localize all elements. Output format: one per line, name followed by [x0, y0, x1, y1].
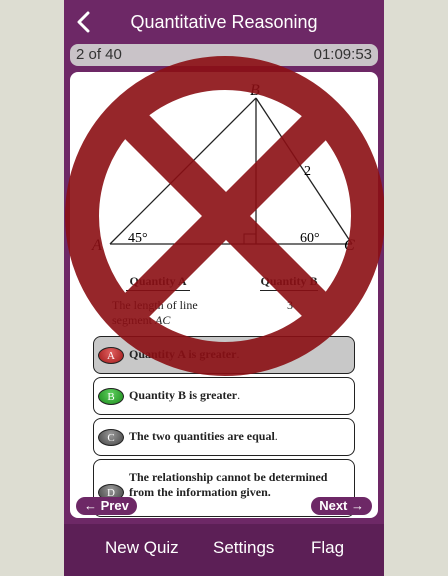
vertex-b-label: B [250, 82, 260, 99]
quantity-a-variable: AC [155, 313, 171, 327]
page-title: Quantitative Reasoning [130, 12, 318, 32]
progress-bar: 2 of 40 01:09:53 [70, 44, 378, 66]
vertex-a-label: A [91, 237, 102, 254]
quantity-b-value: 3 [287, 298, 293, 312]
choice-c-text: The two quantities are equal. [129, 429, 353, 444]
choice-c-period: . [274, 429, 278, 443]
choice-a-label: Quantity A is greater [129, 347, 237, 361]
choice-c-badge: C [98, 429, 124, 446]
prev-button[interactable]: ← Prev [76, 497, 137, 515]
question-card: A B C 45° 60° 2 Quantity A Quantity B Th… [70, 72, 378, 518]
angle-c-label: 60° [300, 231, 320, 246]
quantity-a-header: Quantity A [129, 274, 187, 288]
choice-a-period: . [236, 347, 240, 361]
timer: 01:09:53 [313, 46, 372, 63]
quantity-a-rule [126, 290, 190, 291]
tab-bar: New Quiz Settings Flag [64, 524, 384, 576]
vertex-c-label: C [344, 237, 355, 254]
choice-a-badge: A [98, 347, 124, 364]
choice-b-period: . [237, 388, 241, 402]
side-ab [109, 97, 257, 245]
tab-settings[interactable]: Settings [213, 538, 274, 558]
choice-c-label: The two quantities are equal [129, 429, 275, 443]
choice-b-label: Quantity B is greater [129, 388, 238, 402]
quantity-a-line2: segment AC [112, 313, 222, 328]
question-counter: 2 of 40 [76, 46, 122, 63]
app-screen: Quantitative Reasoning 2 of 40 01:09:53 … [64, 0, 384, 576]
choice-c[interactable]: C The two quantities are equal. [93, 418, 355, 456]
choice-b-badge: B [98, 388, 124, 405]
quantity-a-text: The length of line segment AC [112, 298, 222, 328]
pager-bar: ← Prev Next → [70, 494, 378, 518]
quantity-a-prefix: segment [112, 313, 155, 327]
quantity-a-line1: The length of line [112, 298, 198, 312]
choice-b[interactable]: B Quantity B is greater. [93, 377, 355, 415]
tab-new-quiz[interactable]: New Quiz [105, 538, 179, 558]
quantity-b-rule [260, 290, 318, 291]
side-bc-label: 2 [304, 164, 311, 179]
choice-a-text: Quantity A is greater. [129, 347, 353, 362]
choice-b-text: Quantity B is greater. [129, 388, 353, 403]
choice-a[interactable]: A Quantity A is greater. [93, 336, 355, 374]
next-button[interactable]: Next → [311, 497, 372, 515]
nav-bar: Quantitative Reasoning [64, 0, 384, 44]
quantity-b-header: Quantity B [260, 274, 318, 288]
angle-a-label: 45° [128, 231, 148, 246]
right-angle-mark [243, 233, 256, 244]
triangle-diagram: A B C 45° 60° 2 [91, 82, 355, 254]
tab-flag[interactable]: Flag [311, 538, 344, 558]
